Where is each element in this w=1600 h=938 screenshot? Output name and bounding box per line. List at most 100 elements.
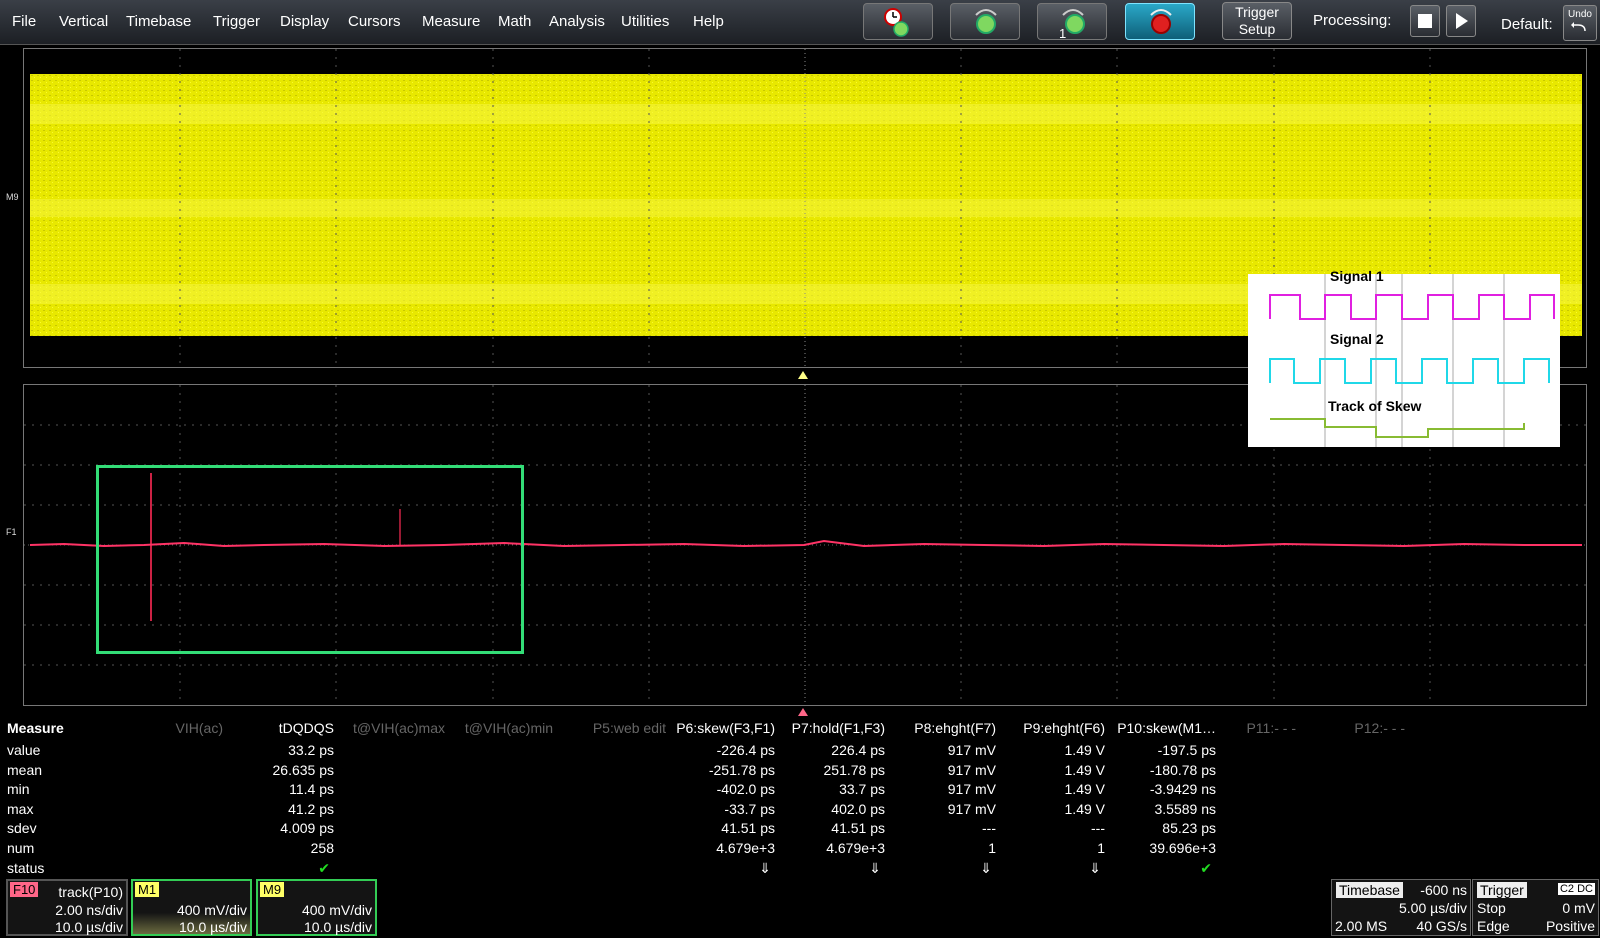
undo-label: Undo: [1568, 9, 1592, 20]
trigger-stop-button[interactable]: [1125, 3, 1195, 40]
menu-analysis[interactable]: Analysis: [549, 13, 605, 30]
clock-trigger-icon: [884, 8, 909, 37]
trigger-auto-button[interactable]: [863, 3, 933, 40]
measure-cell: -251.78 ps: [708, 762, 775, 778]
menu-display[interactable]: Display: [280, 13, 329, 30]
undo-arrow-icon: [1571, 22, 1586, 32]
menu-cursors[interactable]: Cursors: [348, 13, 401, 30]
trigger-label: Trigger: [1477, 882, 1527, 898]
measure-cell: 1.49 V: [1064, 801, 1105, 817]
measure-status-icon: ⇓: [980, 860, 992, 876]
trigger-single-button[interactable]: 1: [1037, 3, 1107, 40]
measure-status-icon: ✔: [1200, 860, 1212, 876]
play-processing-button[interactable]: [1446, 5, 1476, 37]
measure-row-label: sdev: [7, 820, 37, 836]
undo-button[interactable]: Undo: [1563, 5, 1597, 41]
measure-column-header[interactable]: P12:- - -: [1354, 720, 1405, 736]
svg-text:1: 1: [1059, 26, 1066, 39]
measure-cell: 1: [1097, 840, 1105, 856]
measure-cell: 1.49 V: [1064, 742, 1105, 758]
inset-signal2-label: Signal 2: [1330, 331, 1384, 347]
zoom-region-box[interactable]: [96, 465, 524, 654]
trigger-normal-button[interactable]: [950, 3, 1020, 40]
menu-file[interactable]: File: [12, 13, 36, 30]
light-green-icon: [975, 9, 997, 34]
measure-row-label: max: [7, 801, 34, 817]
stop-icon: [1418, 14, 1432, 28]
m1-tag: M1: [135, 882, 160, 897]
measure-cell: 33.7 ps: [839, 781, 885, 797]
measure-cell: 41.51 ps: [721, 820, 775, 836]
trigger-setup-line2: Setup: [1238, 21, 1276, 37]
measure-column-header[interactable]: P9:ehght(F6): [1023, 720, 1105, 736]
measure-cell: 917 mV: [947, 742, 996, 758]
descriptor-m1[interactable]: M1 400 mV/div 10.0 µs/div: [131, 879, 252, 936]
measure-cell: 258: [310, 840, 334, 856]
measure-column-header[interactable]: P8:ehght(F7): [914, 720, 996, 736]
measure-cell: 226.4 ps: [831, 742, 885, 758]
measure-cell: 33.2 ps: [288, 742, 334, 758]
trigger-position-marker: [798, 371, 808, 379]
measure-cell: 4.009 ps: [280, 820, 334, 836]
measure-column-header[interactable]: P5:web edit: [593, 720, 666, 736]
measure-cell: -226.4 ps: [716, 742, 775, 758]
menu-timebase[interactable]: Timebase: [126, 13, 191, 30]
measure-cell: -180.78 ps: [1149, 762, 1216, 778]
f10-tdiv: 10.0 µs/div: [55, 919, 123, 935]
measure-column-header[interactable]: t@VIH(ac)max: [353, 720, 445, 736]
skew-inset-graphic: [1269, 274, 1555, 447]
measure-column-header[interactable]: tDQDQS: [279, 720, 334, 736]
menu-vertical[interactable]: Vertical: [59, 13, 108, 30]
menu-help[interactable]: Help: [693, 13, 724, 30]
timebase-rate: 40 GS/s: [1416, 918, 1467, 934]
measure-column-header[interactable]: P11:- - -: [1246, 720, 1296, 736]
descriptor-m9[interactable]: M9 400 mV/div 10.0 µs/div: [256, 879, 377, 936]
measure-cell: 917 mV: [947, 781, 996, 797]
inset-signal1-label: Signal 1: [1330, 268, 1384, 284]
trigger-time-marker: [798, 708, 808, 716]
measure-cell: -33.7 ps: [724, 801, 775, 817]
timebase-descriptor[interactable]: Timebase -600 ns 5.00 µs/div 2.00 MS 40 …: [1331, 879, 1471, 936]
menu-utilities[interactable]: Utilities: [621, 13, 669, 30]
measure-title: Measure: [7, 720, 64, 736]
menu-bar: File Vertical Timebase Trigger Display C…: [0, 0, 1600, 45]
measure-table: Measure value mean min max sdev num status VIH…: [0, 718, 1405, 878]
measure-cell: 11.4 ps: [289, 781, 334, 797]
timebase-label: Timebase: [1336, 882, 1403, 898]
measure-cell: 917 mV: [947, 762, 996, 778]
measure-cell: 4.679e+3: [826, 840, 885, 856]
measure-cell: 1.49 V: [1064, 762, 1105, 778]
trigger-setup-button[interactable]: Trigger Setup: [1222, 2, 1292, 40]
measure-column-header[interactable]: P10:skew(M1…: [1117, 720, 1216, 736]
measure-cell: 85.23 ps: [1162, 820, 1216, 836]
stop-processing-button[interactable]: [1410, 5, 1440, 37]
skew-inset-diagram: Signal 1 Signal 2 Track of Skew: [1248, 268, 1560, 447]
m9-tdiv: 10.0 µs/div: [304, 919, 372, 935]
play-icon: [1456, 13, 1468, 29]
f10-vdiv: 2.00 ns/div: [55, 902, 123, 918]
default-label: Default:: [1501, 16, 1553, 33]
measure-column-header[interactable]: t@VIH(ac)min: [465, 720, 553, 736]
menu-measure[interactable]: Measure: [422, 13, 480, 30]
menu-math[interactable]: Math: [498, 13, 531, 30]
measure-cell: 41.2 ps: [288, 801, 334, 817]
measure-column-header[interactable]: VIH(ac): [176, 720, 223, 736]
trigger-coupling-badge: C2 DC: [1557, 883, 1595, 895]
descriptor-f10[interactable]: F10 track(P10) 2.00 ns/div 10.0 µs/div: [6, 879, 128, 936]
measure-status-icon: ⇓: [1089, 860, 1101, 876]
measure-cell: 4.679e+3: [716, 840, 775, 856]
measure-status-icon: ⇓: [869, 860, 881, 876]
m9-trace-label: M9: [6, 192, 19, 202]
measure-row-label: mean: [7, 762, 43, 778]
measure-column-header[interactable]: P6:skew(F3,F1): [676, 720, 775, 736]
menu-trigger[interactable]: Trigger: [213, 13, 260, 30]
m9-vdiv: 400 mV/div: [301, 902, 372, 918]
measure-cell: -197.5 ps: [1157, 742, 1216, 758]
measure-column-header[interactable]: P7:hold(F1,F3): [792, 720, 885, 736]
measure-row-label: num: [7, 840, 35, 856]
timebase-samples: 2.00 MS: [1335, 918, 1388, 934]
trigger-descriptor[interactable]: Trigger C2 DC Stop 0 mV Edge Positive: [1472, 879, 1599, 936]
trigger-mode: Stop: [1477, 900, 1506, 916]
measure-status-icon: ✔: [318, 860, 330, 876]
light-single-icon: 1: [1059, 9, 1085, 39]
